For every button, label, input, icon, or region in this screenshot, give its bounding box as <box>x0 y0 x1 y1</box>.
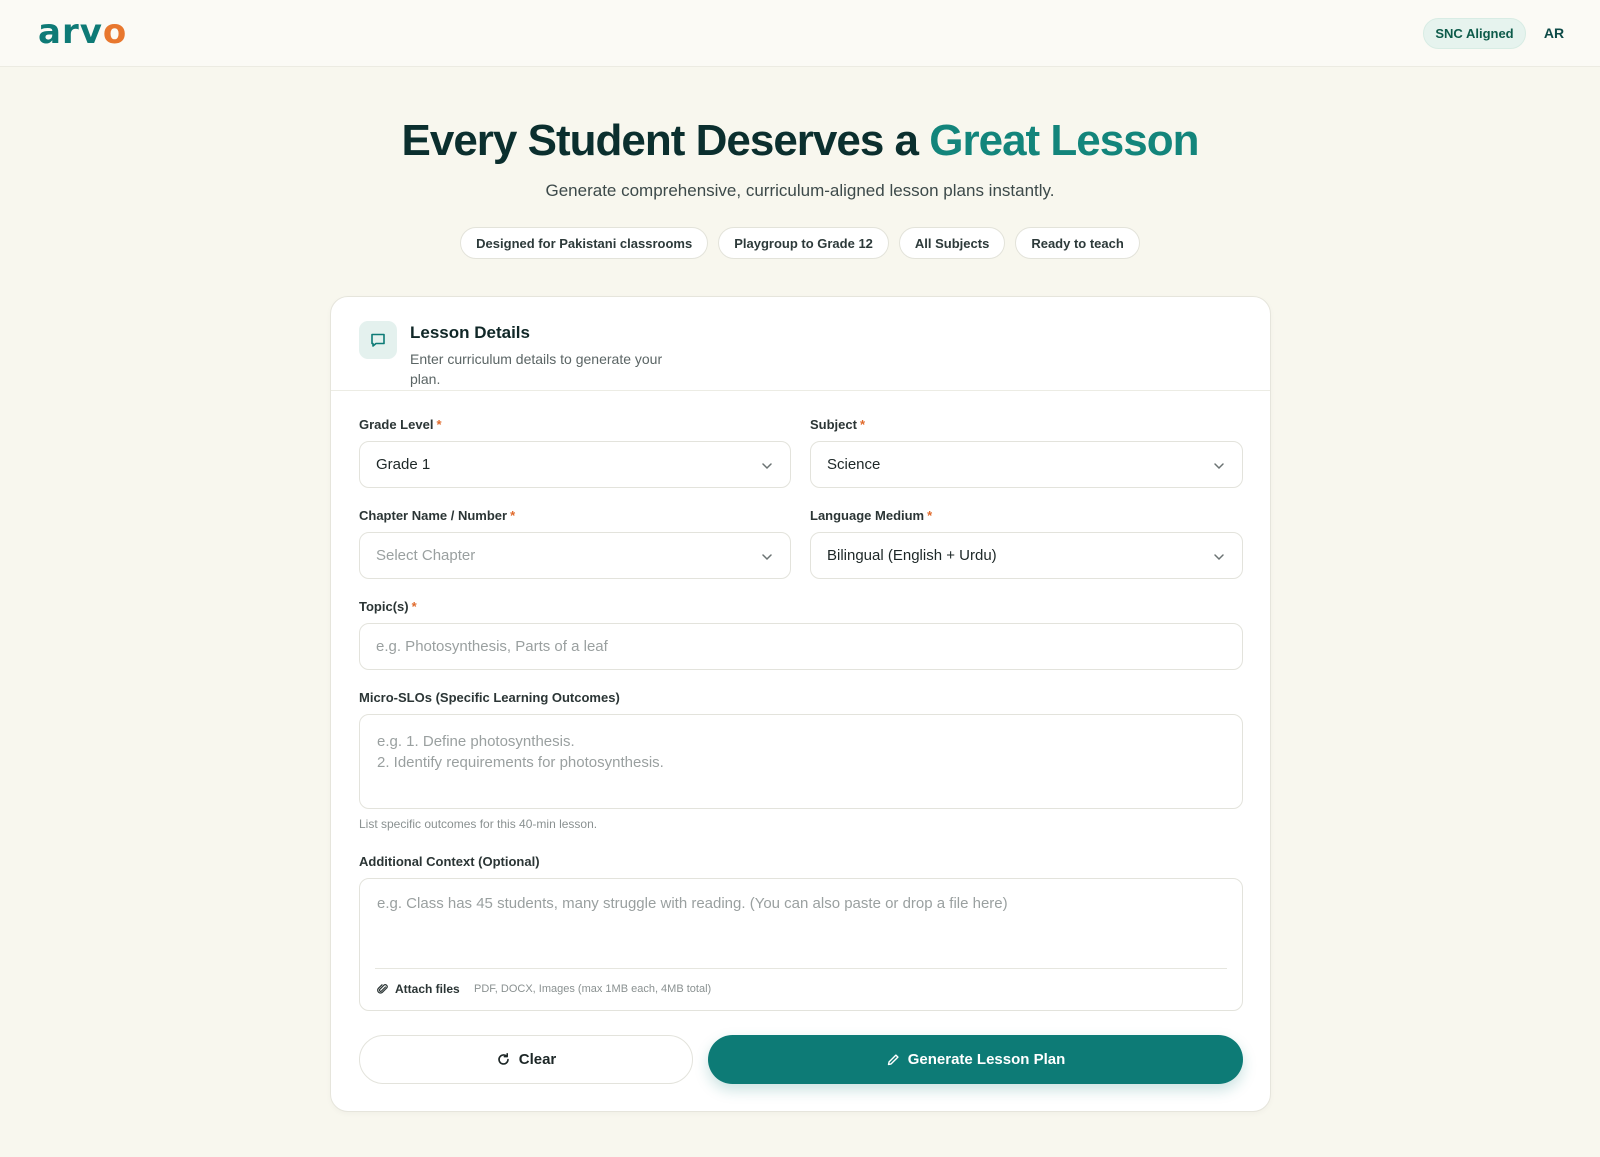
language-medium-value: Bilingual (English + Urdu) <box>827 547 997 564</box>
card-title: Lesson Details <box>410 323 530 342</box>
subject-value: Science <box>827 456 881 473</box>
required-mark: * <box>510 508 516 523</box>
micro-slos-label: Micro-SLOs (Specific Learning Outcomes) <box>359 690 620 705</box>
subject-label: Subject * <box>810 417 866 432</box>
divider <box>375 968 1227 969</box>
chevron-down-icon <box>1214 463 1224 470</box>
language-medium-label: Language Medium * <box>810 508 933 523</box>
card-header: Lesson Details Enter curriculum details … <box>331 297 1270 391</box>
chapter-select[interactable]: Select Chapter <box>359 532 791 579</box>
attach-files-note: PDF, DOCX, Images (max 1MB each, 4MB tot… <box>474 983 712 995</box>
topics-placeholder: e.g. Photosynthesis, Parts of a leaf <box>376 638 608 655</box>
generate-lesson-plan-button[interactable]: Generate Lesson Plan <box>708 1035 1243 1084</box>
language-toggle[interactable]: AR <box>1540 22 1568 44</box>
grade-level-label: Grade Level * <box>359 417 442 432</box>
hero-title-highlight: Great Lesson <box>929 116 1199 165</box>
attach-files-button[interactable]: Attach files <box>377 982 460 996</box>
chevron-down-icon <box>762 463 772 470</box>
chevron-down-icon <box>1214 554 1224 561</box>
feature-pills: Designed for Pakistani classrooms Playgr… <box>0 227 1600 259</box>
micro-slos-hint: List specific outcomes for this 40-min l… <box>359 817 598 831</box>
hero-title-main: Every Student Deserves a <box>401 116 930 165</box>
pencil-icon <box>887 1053 899 1065</box>
hero-title: Every Student Deserves a Great Lesson <box>0 116 1600 166</box>
language-medium-select[interactable]: Bilingual (English + Urdu) <box>810 532 1243 579</box>
logo-accent: o <box>102 12 128 52</box>
book-icon <box>359 321 397 359</box>
generate-label: Generate Lesson Plan <box>907 1051 1066 1068</box>
lesson-details-card: Lesson Details Enter curriculum details … <box>330 296 1271 1112</box>
required-mark: * <box>927 508 933 523</box>
topics-input[interactable]: e.g. Photosynthesis, Parts of a leaf <box>359 623 1243 670</box>
grade-level-select[interactable]: Grade 1 <box>359 441 791 488</box>
top-bar: arvo SNC Aligned AR <box>0 0 1600 67</box>
card-description: Enter curriculum details to generate you… <box>410 351 663 387</box>
logo-text: arv <box>38 12 103 52</box>
micro-slos-textarea[interactable]: e.g. 1. Define photosynthesis. 2. Identi… <box>359 714 1243 809</box>
hero-subtitle: Generate comprehensive, curriculum-align… <box>545 181 1055 200</box>
paperclip-icon <box>377 984 388 994</box>
clear-button[interactable]: Clear <box>359 1035 693 1084</box>
feature-pill: Playgroup to Grade 12 <box>718 227 889 259</box>
snc-aligned-badge: SNC Aligned <box>1423 18 1526 49</box>
chapter-label: Chapter Name / Number * <box>359 508 516 523</box>
additional-context-box[interactable]: e.g. Class has 45 students, many struggl… <box>359 878 1243 1011</box>
refresh-icon <box>497 1053 509 1065</box>
required-mark: * <box>859 417 866 432</box>
additional-context-label: Additional Context (Optional) <box>359 854 540 869</box>
arvo-logo[interactable]: arvo <box>38 14 127 50</box>
subject-select[interactable]: Science <box>810 441 1243 488</box>
feature-pill: All Subjects <box>898 227 1006 259</box>
additional-context-textarea[interactable]: e.g. Class has 45 students, many struggl… <box>377 895 1008 912</box>
attach-files-label: Attach files <box>395 982 460 996</box>
feature-pill: Designed for Pakistani classrooms <box>460 227 709 259</box>
chapter-placeholder: Select Chapter <box>376 547 476 564</box>
clear-label: Clear <box>518 1051 557 1068</box>
required-mark: * <box>436 417 442 432</box>
feature-pill: Ready to teach <box>1015 227 1140 259</box>
chevron-down-icon <box>762 554 772 561</box>
required-mark: * <box>411 599 417 614</box>
topics-label: Topic(s) * <box>359 599 417 614</box>
grade-level-value: Grade 1 <box>376 456 431 473</box>
